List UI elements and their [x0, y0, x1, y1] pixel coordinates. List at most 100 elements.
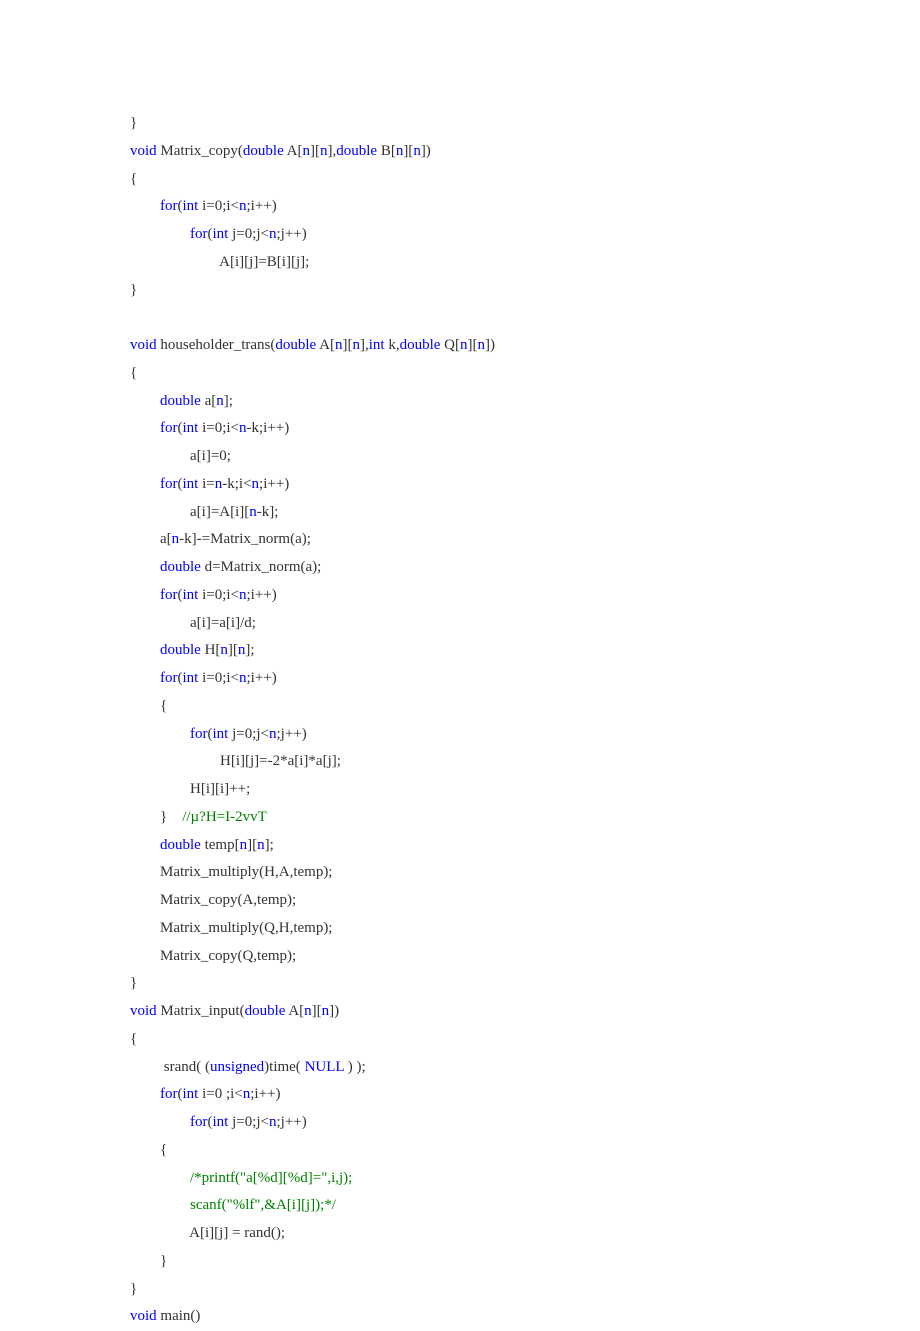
- code-token: void: [130, 1308, 157, 1324]
- code-token: n: [239, 670, 247, 686]
- code-line: {: [130, 1026, 920, 1054]
- code-line: double a[n];: [130, 388, 920, 416]
- code-token: n: [269, 1114, 277, 1130]
- code-token: double: [275, 337, 316, 353]
- code-token: NULL: [305, 1059, 344, 1075]
- code-token: [130, 1114, 190, 1130]
- code-token: j=0;j<: [228, 226, 269, 242]
- code-line: double H[n][n];: [130, 637, 920, 665]
- code-token: ;j++): [277, 726, 307, 742]
- code-token: H[i][i]++;: [130, 781, 250, 797]
- code-token: }: [130, 115, 137, 131]
- code-line: Matrix_multiply(Q,H,temp);: [130, 915, 920, 943]
- code-token: [130, 559, 160, 575]
- code-token: scanf("%lf",&A[i][j]);*/: [190, 1197, 336, 1213]
- code-token: Matrix_copy(Q,temp);: [130, 948, 296, 964]
- code-token: n: [239, 587, 247, 603]
- code-token: Matrix_multiply(H,A,temp);: [130, 864, 332, 880]
- code-line: {: [130, 1137, 920, 1165]
- code-line: for(int i=0;i<n;i++): [130, 193, 920, 221]
- code-line: {: [130, 693, 920, 721]
- code-line: {: [130, 166, 920, 194]
- code-token: Matrix_copy(A,temp);: [130, 892, 296, 908]
- code-token: [130, 587, 160, 603]
- code-token: int: [183, 587, 199, 603]
- code-token: j=0;j<: [228, 1114, 269, 1130]
- code-token: {: [130, 171, 137, 187]
- code-line: Matrix_copy(Q,temp);: [130, 943, 920, 971]
- code-token: a[i]=a[i]/d;: [130, 615, 256, 631]
- code-token: [130, 670, 160, 686]
- code-line: a[i]=a[i]/d;: [130, 610, 920, 638]
- code-token: ];: [245, 642, 254, 658]
- code-token: Matrix_copy(: [157, 143, 243, 159]
- code-line: for(int i=n-k;i<n;i++): [130, 471, 920, 499]
- code-token: [130, 198, 160, 214]
- code-token: ][: [310, 143, 320, 159]
- code-line: for(int j=0;j<n;j++): [130, 721, 920, 749]
- code-line: for(int j=0;j<n;j++): [130, 221, 920, 249]
- code-token: ]): [421, 143, 431, 159]
- code-token: ]): [485, 337, 495, 353]
- code-token: for: [190, 1114, 208, 1130]
- code-token: main(): [157, 1308, 201, 1324]
- code-token: ][: [467, 337, 477, 353]
- code-line: for(int i=0 ;i<n;i++): [130, 1081, 920, 1109]
- code-token: //µ?H=I-2vvT: [182, 809, 267, 825]
- code-token: for: [160, 670, 178, 686]
- code-token: {: [130, 365, 137, 381]
- code-token: /*printf("a[%d][%d]=",i,j);: [190, 1170, 352, 1186]
- code-token: n: [413, 143, 421, 159]
- code-token: ][: [228, 642, 238, 658]
- code-token: ][: [312, 1003, 322, 1019]
- code-token: a[i]=A[i][: [130, 504, 249, 520]
- code-line: }: [130, 1276, 920, 1304]
- code-token: int: [183, 198, 199, 214]
- code-token: {: [130, 1031, 137, 1047]
- code-token: int: [183, 670, 199, 686]
- code-token: Matrix_multiply(Q,H,temp);: [130, 920, 332, 936]
- code-token: double: [160, 642, 201, 658]
- code-token: void: [130, 1003, 157, 1019]
- code-token: -k;i++): [247, 420, 290, 436]
- code-line: }: [130, 1248, 920, 1276]
- code-line: H[i][i]++;: [130, 776, 920, 804]
- code-token: B[: [377, 143, 396, 159]
- code-token: for: [160, 420, 178, 436]
- code-token: [130, 420, 160, 436]
- code-token: a[: [201, 393, 216, 409]
- code-token: double: [336, 143, 377, 159]
- code-token: i=0 ;i<: [198, 1086, 242, 1102]
- code-token: [130, 1086, 160, 1102]
- code-token: -k]-=Matrix_norm(a);: [179, 531, 311, 547]
- code-token: void: [130, 143, 157, 159]
- code-line: a[i]=A[i][n-k];: [130, 499, 920, 527]
- code-token: [130, 226, 190, 242]
- code-token: for: [160, 1086, 178, 1102]
- code-token: double: [245, 1003, 286, 1019]
- code-token: for: [160, 587, 178, 603]
- code-token: srand( (: [130, 1059, 210, 1075]
- code-line: a[n-k]-=Matrix_norm(a);: [130, 526, 920, 554]
- code-token: for: [160, 476, 178, 492]
- code-token: A[: [316, 337, 335, 353]
- code-token: {: [130, 698, 167, 714]
- code-token: j=0;j<: [228, 726, 269, 742]
- code-token: for: [190, 226, 208, 242]
- code-token: n: [302, 143, 310, 159]
- code-token: n: [352, 337, 360, 353]
- code-token: ) );: [344, 1059, 366, 1075]
- code-token: {: [130, 1142, 167, 1158]
- code-token: k,: [385, 337, 400, 353]
- code-token: ;i++): [259, 476, 289, 492]
- code-token: ]): [329, 1003, 339, 1019]
- code-token: ;j++): [277, 226, 307, 242]
- code-token: [130, 642, 160, 658]
- code-token: A[: [285, 1003, 304, 1019]
- code-token: [130, 393, 160, 409]
- code-token: double: [243, 143, 284, 159]
- code-token: ;i++): [247, 670, 277, 686]
- code-token: )time(: [264, 1059, 304, 1075]
- code-token: int: [183, 1086, 199, 1102]
- code-line: a[i]=0;: [130, 443, 920, 471]
